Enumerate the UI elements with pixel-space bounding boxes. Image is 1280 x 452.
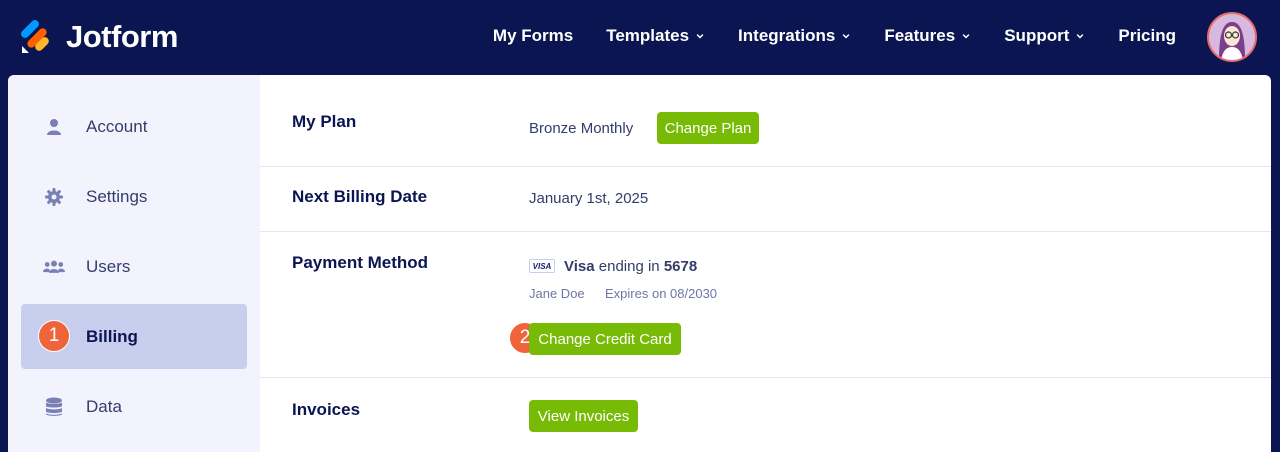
nav-label: Pricing: [1118, 26, 1176, 45]
visa-card-icon: VISA: [529, 259, 555, 273]
change-plan-button[interactable]: Change Plan: [657, 112, 759, 144]
nav-features[interactable]: Features: [884, 24, 971, 48]
step-number: 1: [38, 320, 70, 352]
plan-name: Bronze Monthly: [529, 120, 634, 137]
chevron-down-icon: [696, 34, 704, 39]
nav-my-forms[interactable]: My Forms: [493, 24, 573, 48]
my-plan-label: My Plan: [292, 112, 357, 131]
nav-label: Support: [1004, 26, 1070, 45]
card-summary: Visa ending in 5678: [564, 258, 697, 275]
brand-name: Jotform: [66, 19, 178, 54]
nav-label: Features: [884, 26, 956, 45]
my-plan-row: My Plan Bronze Monthly Change Plan: [260, 75, 1271, 167]
jotform-logo[interactable]: Jotform: [20, 18, 178, 56]
main-nav: My Forms Templates Integrations Features…: [460, 24, 1176, 48]
ending-text: ending in: [598, 258, 660, 275]
sidebar-item-data[interactable]: Data: [21, 374, 247, 439]
sidebar-item-label: Users: [86, 256, 131, 276]
gear-icon: [43, 186, 65, 208]
sidebar-item-label: Billing: [86, 326, 138, 346]
nav-label: Integrations: [738, 26, 836, 45]
payment-method-row: Payment Method VISA Visa ending in 5678 …: [260, 232, 1271, 378]
card-holder: Jane Doe: [529, 286, 585, 301]
invoices-label: Invoices: [292, 400, 361, 419]
view-invoices-button[interactable]: View Invoices: [529, 400, 638, 432]
nav-integrations[interactable]: Integrations: [738, 24, 851, 48]
card-expiry: Expires on 08/2030: [605, 286, 718, 301]
database-icon: [43, 396, 65, 418]
card-last4: 5678: [663, 258, 698, 275]
next-billing-label: Next Billing Date: [292, 187, 428, 206]
chevron-down-icon: [843, 34, 850, 39]
billing-content: My Plan Bronze Monthly Change Plan Next …: [260, 75, 1271, 452]
sidebar-item-label: Data: [86, 396, 122, 416]
step-1-badge: 1: [38, 320, 70, 352]
user-avatar[interactable]: [1207, 12, 1257, 62]
sidebar-item-label: Account: [86, 116, 148, 136]
nav-label: My Forms: [492, 26, 574, 45]
nav-label: Templates: [606, 26, 690, 45]
users-icon: [43, 256, 65, 278]
sidebar-item-account[interactable]: Account: [21, 94, 247, 159]
change-credit-card-button[interactable]: Change Credit Card: [529, 323, 681, 355]
invoices-row: Invoices View Invoices: [260, 378, 1271, 452]
top-navigation-bar: Jotform My Forms Templates Integrations …: [0, 0, 1280, 75]
sidebar-item-billing[interactable]: 1 Billing: [21, 304, 247, 369]
jotform-logo-icon: [21, 20, 49, 53]
account-settings-card: Account Settings Users 1 Billing Data My…: [8, 75, 1271, 452]
sidebar-item-users[interactable]: Users: [21, 234, 247, 299]
nav-pricing[interactable]: Pricing: [1118, 24, 1176, 48]
card-brand: Visa: [564, 258, 595, 275]
sidebar-item-label: Settings: [86, 186, 148, 206]
nav-support[interactable]: Support: [1004, 24, 1085, 48]
payment-method-label: Payment Method: [292, 253, 429, 272]
chevron-down-icon: [1077, 34, 1084, 39]
avatar-illustration: [1209, 14, 1255, 60]
chevron-down-icon: [962, 34, 970, 39]
user-icon: [43, 116, 65, 138]
nav-templates[interactable]: Templates: [606, 24, 705, 48]
next-billing-date: January 1st, 2025: [529, 190, 649, 207]
sidebar-item-settings[interactable]: Settings: [21, 164, 247, 229]
settings-sidebar: Account Settings Users 1 Billing Data: [8, 75, 260, 452]
next-billing-row: Next Billing Date January 1st, 2025: [260, 167, 1271, 232]
